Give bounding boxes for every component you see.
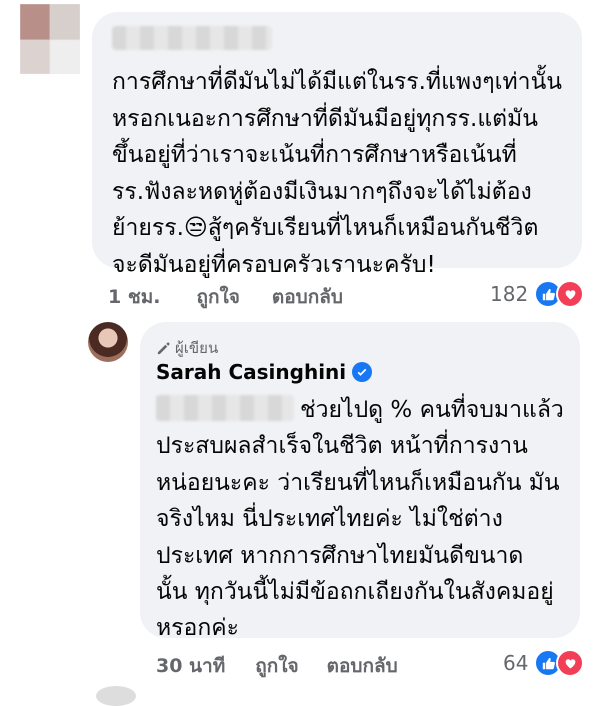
comment-bubble: การศึกษาที่ดีมันไม่ได้มีแต่ในรร.ที่แพงๆเ… — [92, 12, 582, 278]
comment-text: การศึกษาที่ดีมันไม่ได้มีแต่ในรร.ที่แพงๆเ… — [112, 64, 578, 284]
like-button[interactable]: ถูกใจ — [196, 282, 239, 312]
reply-line: หน่อยนะคะ ว่าเรียนที่ไหนก็เหมือนกัน มัน — [156, 469, 560, 496]
author-name-row: Sarah Casinghini — [156, 360, 373, 384]
reply-line: นั้น ทุกวันนี้ไม่มีข้อถกเถียงกันในสังคมอ… — [156, 579, 554, 606]
next-comment-avatar — [96, 686, 136, 706]
comment-line: รร.ฟังละหดหู่ต้องมีเงินมากๆถึงจะได้ไม่ต้… — [112, 178, 532, 205]
commenter-avatar[interactable] — [20, 4, 80, 74]
reaction-summary[interactable]: 182 — [490, 280, 585, 308]
verified-badge-icon — [352, 362, 373, 382]
reply-bubble: ผู้เขียน Sarah Casinghini ช่วยไปดู % คนท… — [140, 322, 580, 641]
author-avatar[interactable] — [88, 322, 128, 362]
comment-line: ขึ้นอยู่ที่ว่าเราจะเน้นที่การศึกษาหรือเน… — [112, 142, 517, 169]
reply-timestamp[interactable]: 30 นาที — [156, 651, 225, 681]
comment-line: จะดีมันอยู่ที่ครอบครัวเรานะครับ! — [112, 251, 436, 278]
love-reaction-icon — [556, 649, 585, 677]
reaction-count: 64 — [503, 651, 529, 675]
like-button[interactable]: ถูกใจ — [255, 651, 298, 681]
reply-first-line: ช่วยไปดู % คนที่จบมาแล้ว — [156, 392, 576, 428]
mentioned-user-redacted[interactable] — [156, 395, 294, 421]
author-badge: ผู้เขียน — [156, 336, 218, 360]
pencil-icon — [157, 341, 170, 354]
reply-text: ช่วยไปดู % คนที่จบมาแล้ว ประสบผลสำเร็จใน… — [156, 392, 576, 647]
reply-line: ประเทศ หากการศึกษาไทยมันดีขนาด — [156, 542, 524, 569]
reply-line: ประสบผลสำเร็จในชีวิต หน้าที่การงาน — [156, 433, 528, 460]
reply-line: หรอกค่ะ — [156, 615, 239, 642]
comment-line: หรอกเนอะการศึกษาที่ดีมันมีอยู่ทุกรร.แต่ม… — [112, 105, 538, 132]
comment-line: ย้ายรร.😒สู้ๆครับเรียนที่ไหนก็เหมือนกันชี… — [112, 215, 539, 242]
reply-line: ช่วยไปดู % คนที่จบมาแล้ว — [300, 397, 564, 423]
reply-button[interactable]: ตอบกลับ — [272, 282, 343, 312]
reply-actions: 30 นาที ถูกใจ ตอบกลับ — [156, 651, 398, 681]
comment-line: การศึกษาที่ดีมันไม่ได้มีแต่ในรร.ที่แพงๆเ… — [112, 69, 563, 95]
commenter-name-redacted[interactable] — [112, 26, 272, 50]
reaction-count: 182 — [490, 282, 529, 306]
love-reaction-icon — [556, 280, 585, 308]
author-name[interactable]: Sarah Casinghini — [156, 360, 346, 384]
reply-button[interactable]: ตอบกลับ — [327, 651, 398, 681]
comment-timestamp[interactable]: 1 ชม. — [108, 282, 160, 312]
author-badge-label: ผู้เขียน — [175, 339, 219, 357]
reaction-summary[interactable]: 64 — [503, 649, 585, 677]
comment-actions: 1 ชม. ถูกใจ ตอบกลับ — [108, 282, 343, 312]
reply-line: จริงไหม นี่ประเทศไทยค่ะ ไม่ใช่ต่าง — [156, 506, 503, 533]
